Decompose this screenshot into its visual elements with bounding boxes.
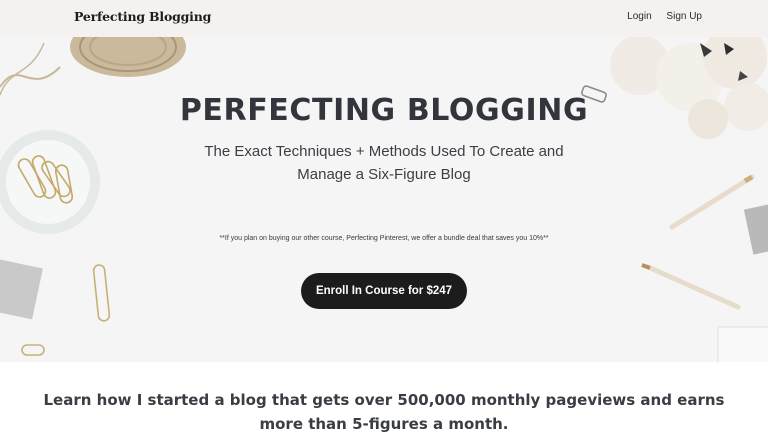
intro-line-1: Learn how I started a blog that gets ove… [43,391,725,409]
hero-subtitle: The Exact Techniques + Methods Used To C… [204,143,564,183]
hero-background-image [0,37,768,362]
bundle-note: **If you plan on buying our other course… [219,235,549,242]
card-decoration [0,258,43,320]
paperclip-decoration [92,264,111,322]
enroll-button[interactable]: Enroll In Course for $247 [301,273,467,309]
header-nav: Login Sign Up [627,11,702,22]
twine-ball-decoration [0,37,186,96]
site-header: Perfecting Blogging Login Sign Up [0,0,768,37]
signup-link[interactable]: Sign Up [666,11,702,22]
intro-line-2: more than 5-figures a month. [259,415,509,433]
hero-title: PERFECTING BLOGGING [179,93,589,128]
pencil-decoration [641,174,755,310]
bowl-decoration [0,130,100,234]
intro-text: Learn how I started a blog that gets ove… [0,388,768,436]
login-link[interactable]: Login [627,11,651,22]
site-logo[interactable]: Perfecting Blogging [74,9,211,24]
hero-section: PERFECTING BLOGGING The Exact Techniques… [0,37,768,362]
